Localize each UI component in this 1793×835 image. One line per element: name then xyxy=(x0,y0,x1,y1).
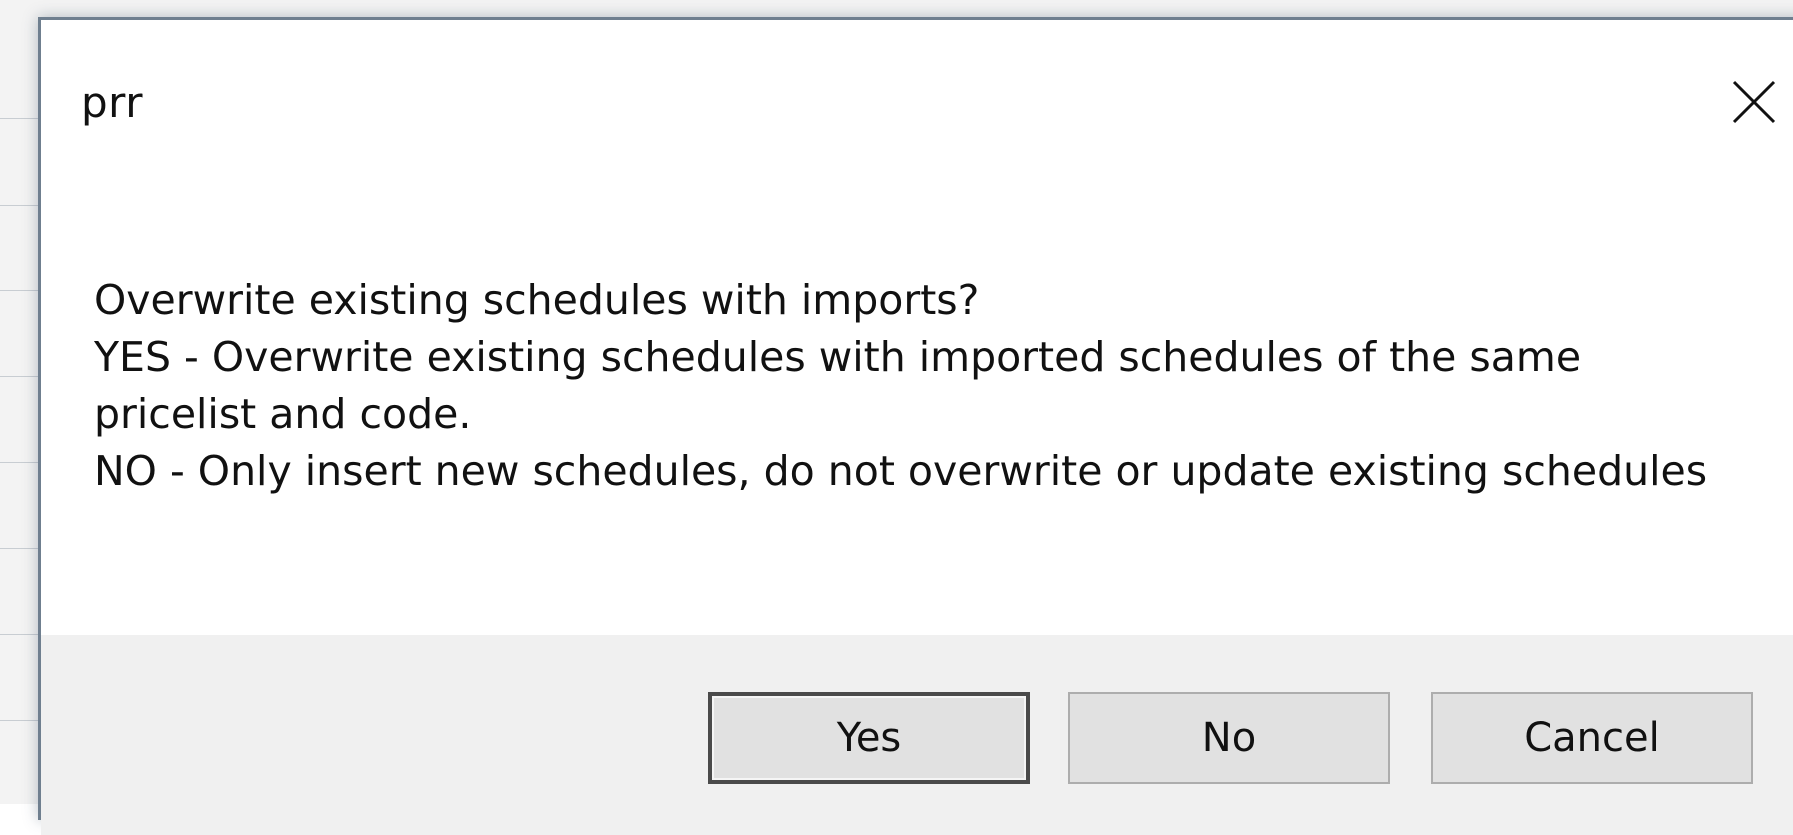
dialog-title: prr xyxy=(81,78,143,127)
grid-line xyxy=(0,462,40,463)
dialog-message: Overwrite existing schedules with import… xyxy=(94,276,1708,495)
grid-line xyxy=(0,634,40,635)
close-button[interactable] xyxy=(1721,60,1793,140)
cancel-button[interactable]: Cancel xyxy=(1431,692,1753,784)
grid-line xyxy=(0,205,40,206)
message-dialog: prr Overwrite existing schedules with im… xyxy=(38,17,1793,835)
grid-line xyxy=(0,376,40,377)
no-button[interactable]: No xyxy=(1068,692,1390,784)
close-icon xyxy=(1732,80,1776,124)
grid-line xyxy=(0,290,40,291)
dialog-titlebar[interactable]: prr xyxy=(41,20,1793,160)
grid-line xyxy=(0,548,40,549)
yes-button[interactable]: Yes xyxy=(708,692,1030,784)
grid-line xyxy=(0,118,40,119)
grid-line xyxy=(0,720,40,721)
dialog-button-bar: Yes No Cancel xyxy=(41,635,1793,835)
